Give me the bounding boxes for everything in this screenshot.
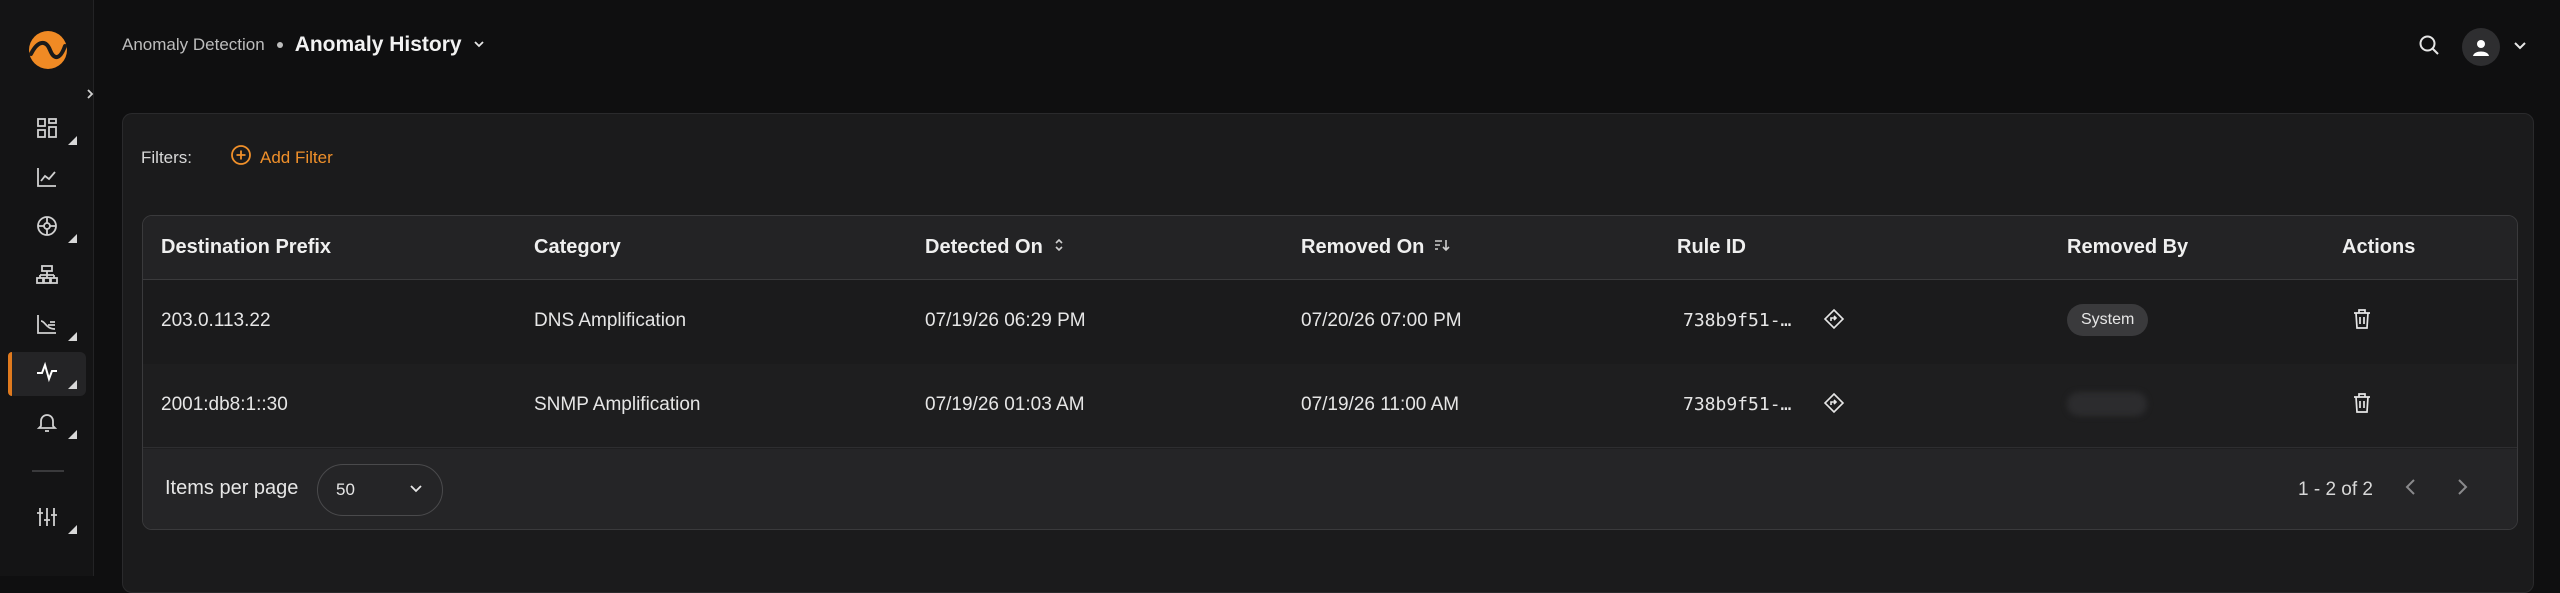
page-title: Anomaly History	[294, 33, 462, 56]
grid-icon	[35, 116, 59, 145]
column-header-detected-on-label: Detected On	[925, 236, 1043, 258]
column-header-rule-id[interactable]: Rule ID	[1677, 236, 1746, 259]
cell-detected-on: 07/19/26 06:29 PM	[925, 310, 1086, 331]
column-header-destination-prefix[interactable]: Destination Prefix	[161, 236, 331, 259]
page-title-dropdown[interactable]: Anomaly History	[295, 33, 486, 57]
sidebar-item-settings[interactable]	[8, 497, 86, 541]
chevron-left-icon	[2403, 477, 2419, 502]
main-panel: Filters: Add Filter Destination Prefix C…	[122, 113, 2534, 593]
next-page-button[interactable]	[2443, 470, 2481, 508]
app-logo[interactable]	[28, 30, 68, 70]
chevron-down-icon	[2512, 37, 2528, 58]
previous-page-button[interactable]	[2392, 470, 2430, 508]
submenu-indicator	[68, 136, 77, 145]
table-row[interactable]: 2001:db8:1::30 SNMP Amplification 07/19/…	[143, 364, 2517, 448]
avatar	[2462, 28, 2500, 66]
items-per-page-value: 50	[336, 480, 355, 499]
bell-icon	[35, 410, 59, 439]
table-header: Destination Prefix Category Detected On …	[143, 216, 2517, 280]
cell-removed-on: 07/19/26 11:00 AM	[1301, 394, 1460, 415]
cell-category: DNS Amplification	[534, 310, 687, 331]
line-chart-icon	[35, 165, 59, 194]
sidebar-item-analytics[interactable]	[8, 157, 86, 201]
search-button[interactable]	[2412, 30, 2446, 64]
sidebar-item-topology[interactable]	[8, 255, 86, 299]
trash-icon	[2352, 392, 2372, 419]
chevron-down-icon	[408, 480, 424, 501]
pagination-range: 1 - 2 of 2	[2298, 479, 2373, 500]
cell-destination-prefix: 203.0.113.22	[161, 310, 271, 331]
sliders-icon	[35, 505, 59, 534]
cell-category: SNMP Amplification	[534, 394, 701, 415]
sort-descending-icon	[1434, 236, 1450, 259]
sidebar-item-dashboards[interactable]	[8, 108, 86, 152]
cell-rule-id: 738b9f51-…	[1683, 394, 1792, 415]
removed-by-badge: System	[2067, 304, 2149, 336]
cell-detected-on: 07/19/26 01:03 AM	[925, 394, 1085, 415]
cell-removed-on: 07/20/26 07:00 PM	[1301, 310, 1462, 331]
delete-button[interactable]	[2347, 306, 2377, 336]
user-menu[interactable]	[2458, 24, 2542, 70]
rule-link-button[interactable]	[1819, 390, 1849, 420]
removed-by-redacted	[2067, 392, 2147, 416]
sidebar-item-network[interactable]	[8, 206, 86, 250]
breadcrumb-parent[interactable]: Anomaly Detection	[122, 35, 265, 55]
cell-destination-prefix: 2001:db8:1::30	[161, 394, 288, 415]
plus-circle-icon	[230, 144, 252, 171]
submenu-indicator	[68, 380, 77, 389]
chevron-down-icon	[472, 33, 486, 57]
column-header-detected-on[interactable]: Detected On	[925, 236, 1065, 259]
sidebar-item-reports[interactable]	[8, 304, 86, 348]
column-header-removed-on[interactable]: Removed On	[1301, 236, 1450, 259]
user-icon	[2473, 40, 2489, 56]
sort-icon	[1053, 236, 1065, 259]
items-per-page-select[interactable]: 50	[317, 464, 443, 516]
sidebar-item-alerts[interactable]	[8, 402, 86, 446]
submenu-indicator	[68, 525, 77, 534]
sidebar-item-anomaly[interactable]	[8, 352, 86, 396]
anomaly-history-table: Destination Prefix Category Detected On …	[142, 215, 2518, 530]
table-row[interactable]: 203.0.113.22 DNS Amplification 07/19/26 …	[143, 280, 2517, 364]
pulse-icon	[35, 360, 59, 389]
delete-button[interactable]	[2347, 390, 2377, 420]
sidebar-divider	[32, 470, 64, 472]
globe-icon	[35, 214, 59, 243]
trash-icon	[2352, 308, 2372, 335]
items-per-page-label: Items per page	[165, 477, 299, 499]
filters-bar: Filters: Add Filter	[141, 144, 333, 171]
route-diamond-icon	[1823, 392, 1845, 419]
submenu-indicator	[68, 332, 77, 341]
filters-label: Filters:	[141, 147, 192, 167]
submenu-indicator	[68, 234, 77, 243]
search-icon	[2418, 34, 2440, 61]
sidebar	[0, 0, 94, 576]
column-header-category[interactable]: Category	[534, 236, 621, 259]
route-diamond-icon	[1823, 308, 1845, 335]
breadcrumb: Anomaly Detection Anomaly History	[122, 33, 486, 57]
add-filter-button[interactable]: Add Filter	[230, 144, 333, 171]
hierarchy-icon	[35, 263, 59, 292]
chart-axis-icon	[35, 312, 59, 341]
chevron-right-icon	[2454, 477, 2470, 502]
add-filter-label: Add Filter	[260, 147, 333, 167]
column-header-removed-on-label: Removed On	[1301, 236, 1425, 258]
pagination-bar: Items per page 50 1 - 2 of 2	[143, 449, 2517, 529]
top-bar: Anomaly Detection Anomaly History	[94, 0, 2560, 94]
submenu-indicator	[68, 430, 77, 439]
column-header-actions: Actions	[2342, 236, 2416, 258]
column-header-removed-by[interactable]: Removed By	[2067, 236, 2188, 259]
rule-link-button[interactable]	[1819, 306, 1849, 336]
cell-rule-id: 738b9f51-…	[1683, 310, 1792, 331]
breadcrumb-separator	[276, 42, 283, 48]
